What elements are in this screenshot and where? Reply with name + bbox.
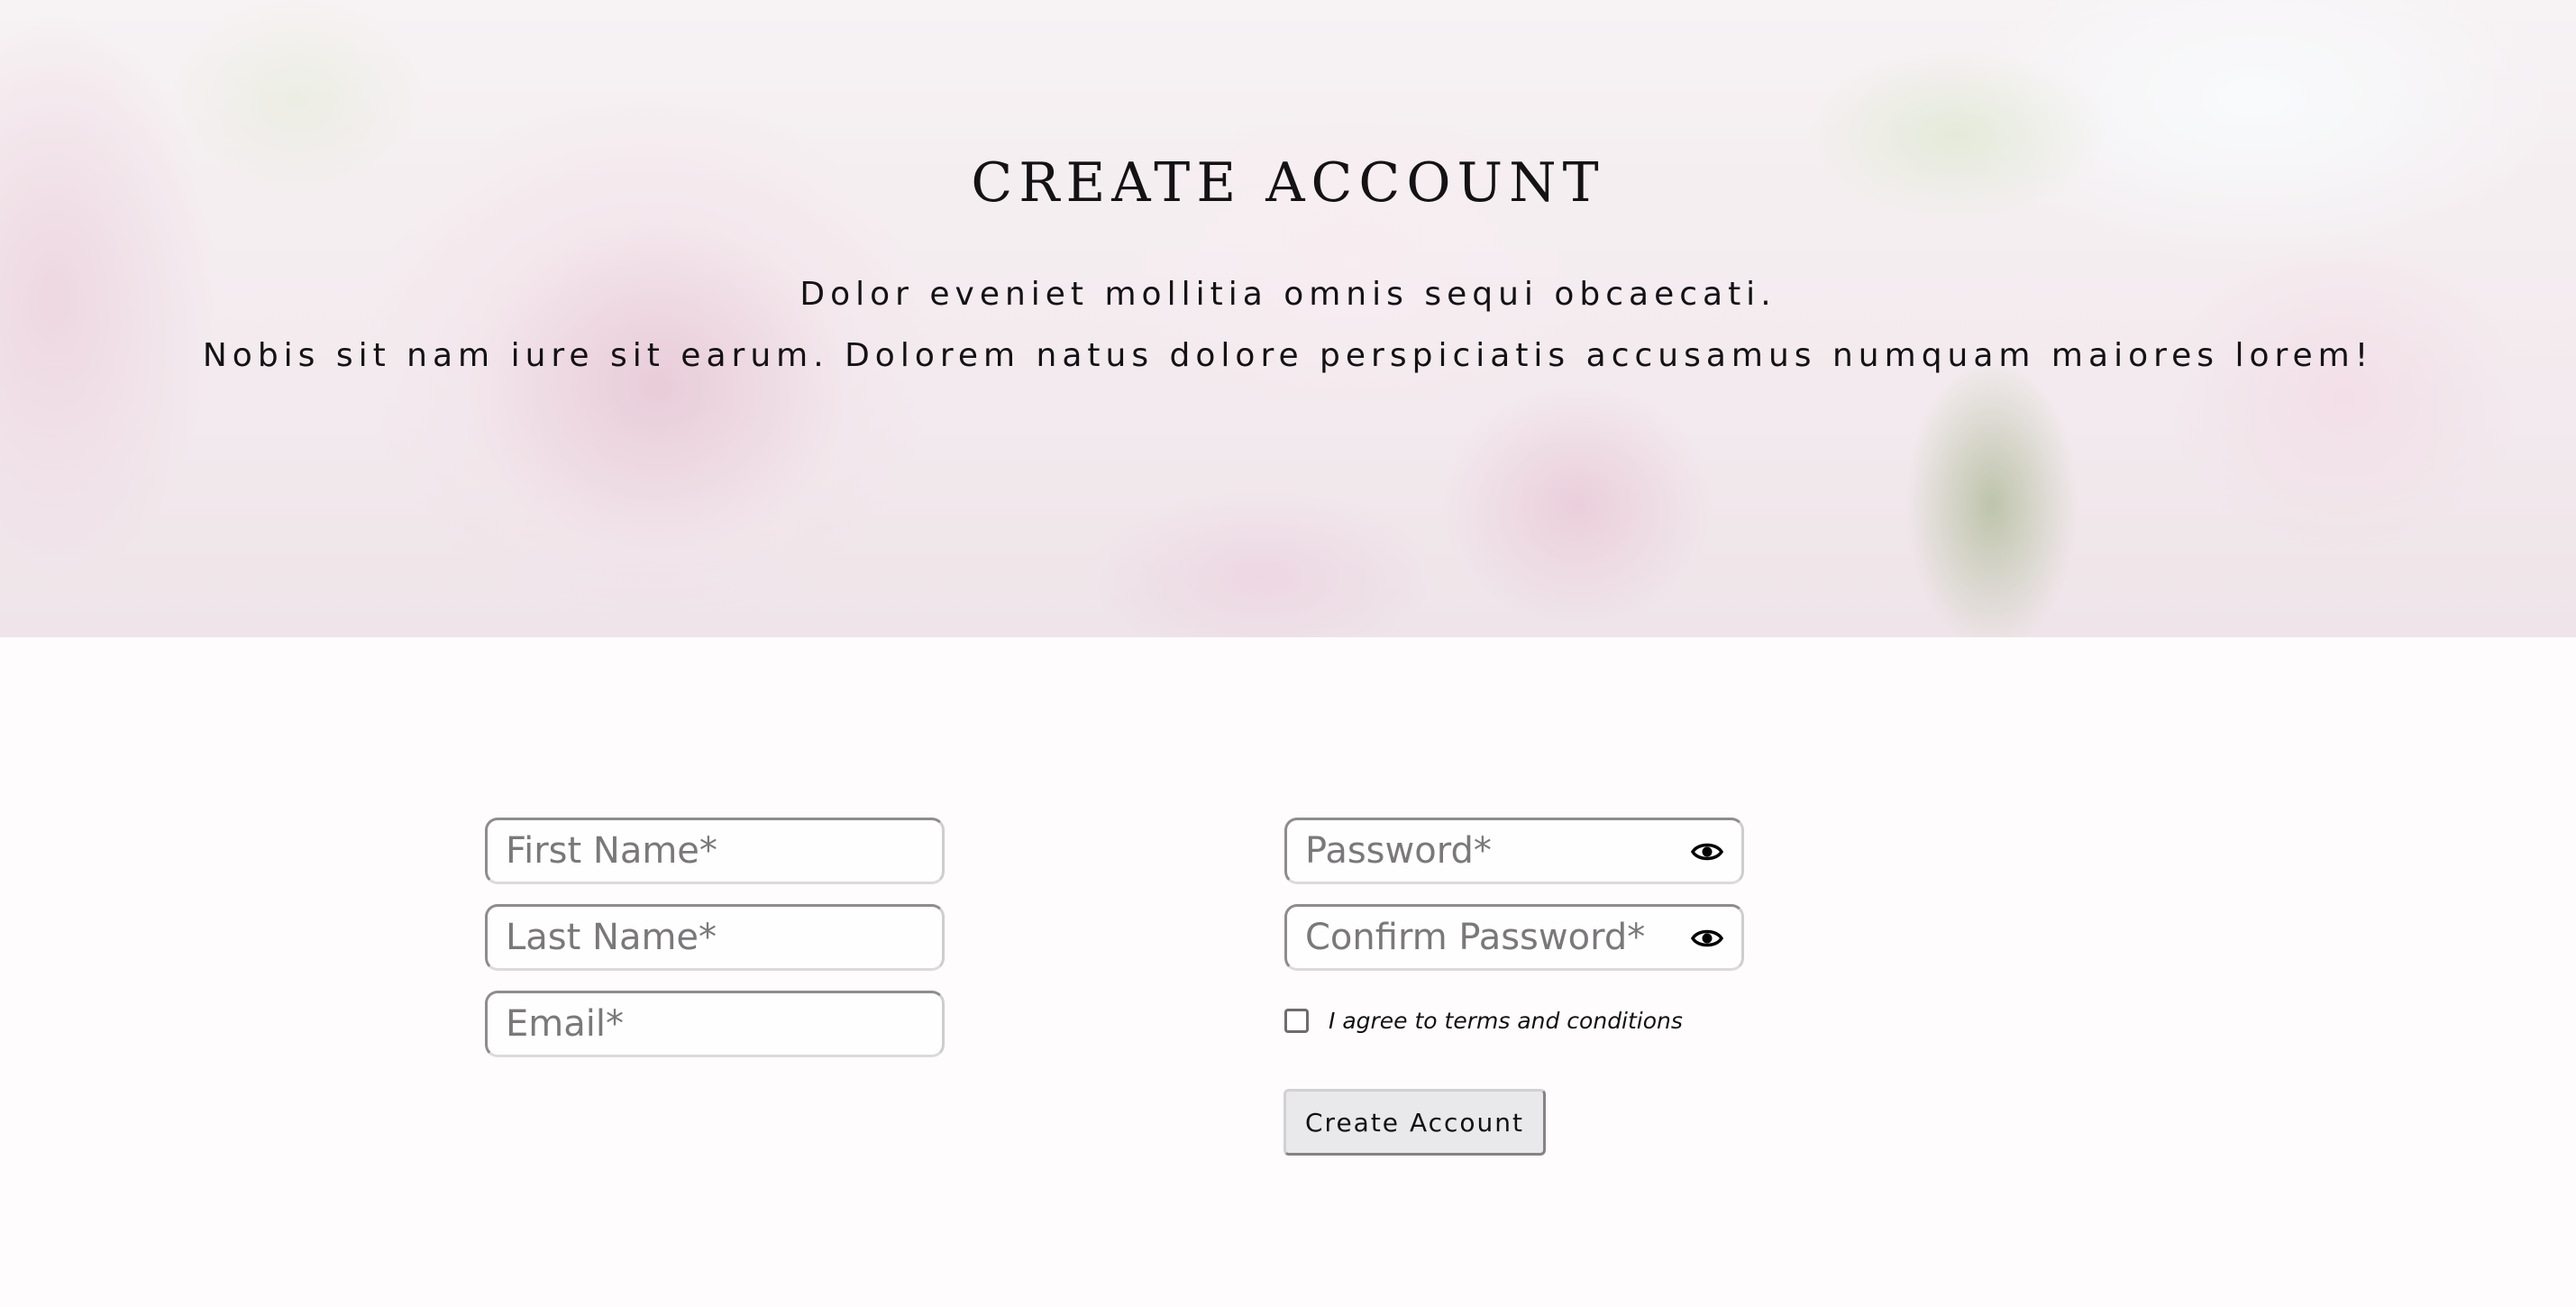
last-name-input[interactable] — [506, 907, 866, 968]
email-field — [485, 991, 945, 1057]
hero-subtitle-line-2: Nobis sit nam iure sit earum. Dolorem na… — [202, 337, 2374, 374]
hero-banner: CREATE ACCOUNT Dolor eveniet mollitia om… — [0, 0, 2576, 637]
email-input[interactable] — [506, 993, 866, 1055]
eye-icon[interactable] — [1690, 836, 1724, 868]
confirm-password-input[interactable] — [1305, 907, 1666, 968]
terms-agreement: I agree to terms and conditions — [1284, 1004, 1683, 1037]
first-name-input[interactable] — [506, 820, 866, 882]
create-account-button[interactable]: Create Account — [1283, 1089, 1546, 1156]
rose-background-image — [0, 0, 2576, 637]
eye-icon[interactable] — [1690, 922, 1724, 955]
password-field — [1284, 818, 1744, 884]
page-title: CREATE ACCOUNT — [971, 151, 1605, 215]
last-name-field — [485, 904, 945, 971]
hero-subtitle-line-1: Dolor eveniet mollitia omnis sequi obcae… — [799, 276, 1777, 313]
terms-checkbox[interactable] — [1284, 1008, 1309, 1033]
terms-label: I agree to terms and conditions — [1329, 1007, 1683, 1034]
first-name-field — [485, 818, 945, 884]
password-input[interactable] — [1305, 820, 1666, 882]
confirm-password-field — [1284, 904, 1744, 971]
